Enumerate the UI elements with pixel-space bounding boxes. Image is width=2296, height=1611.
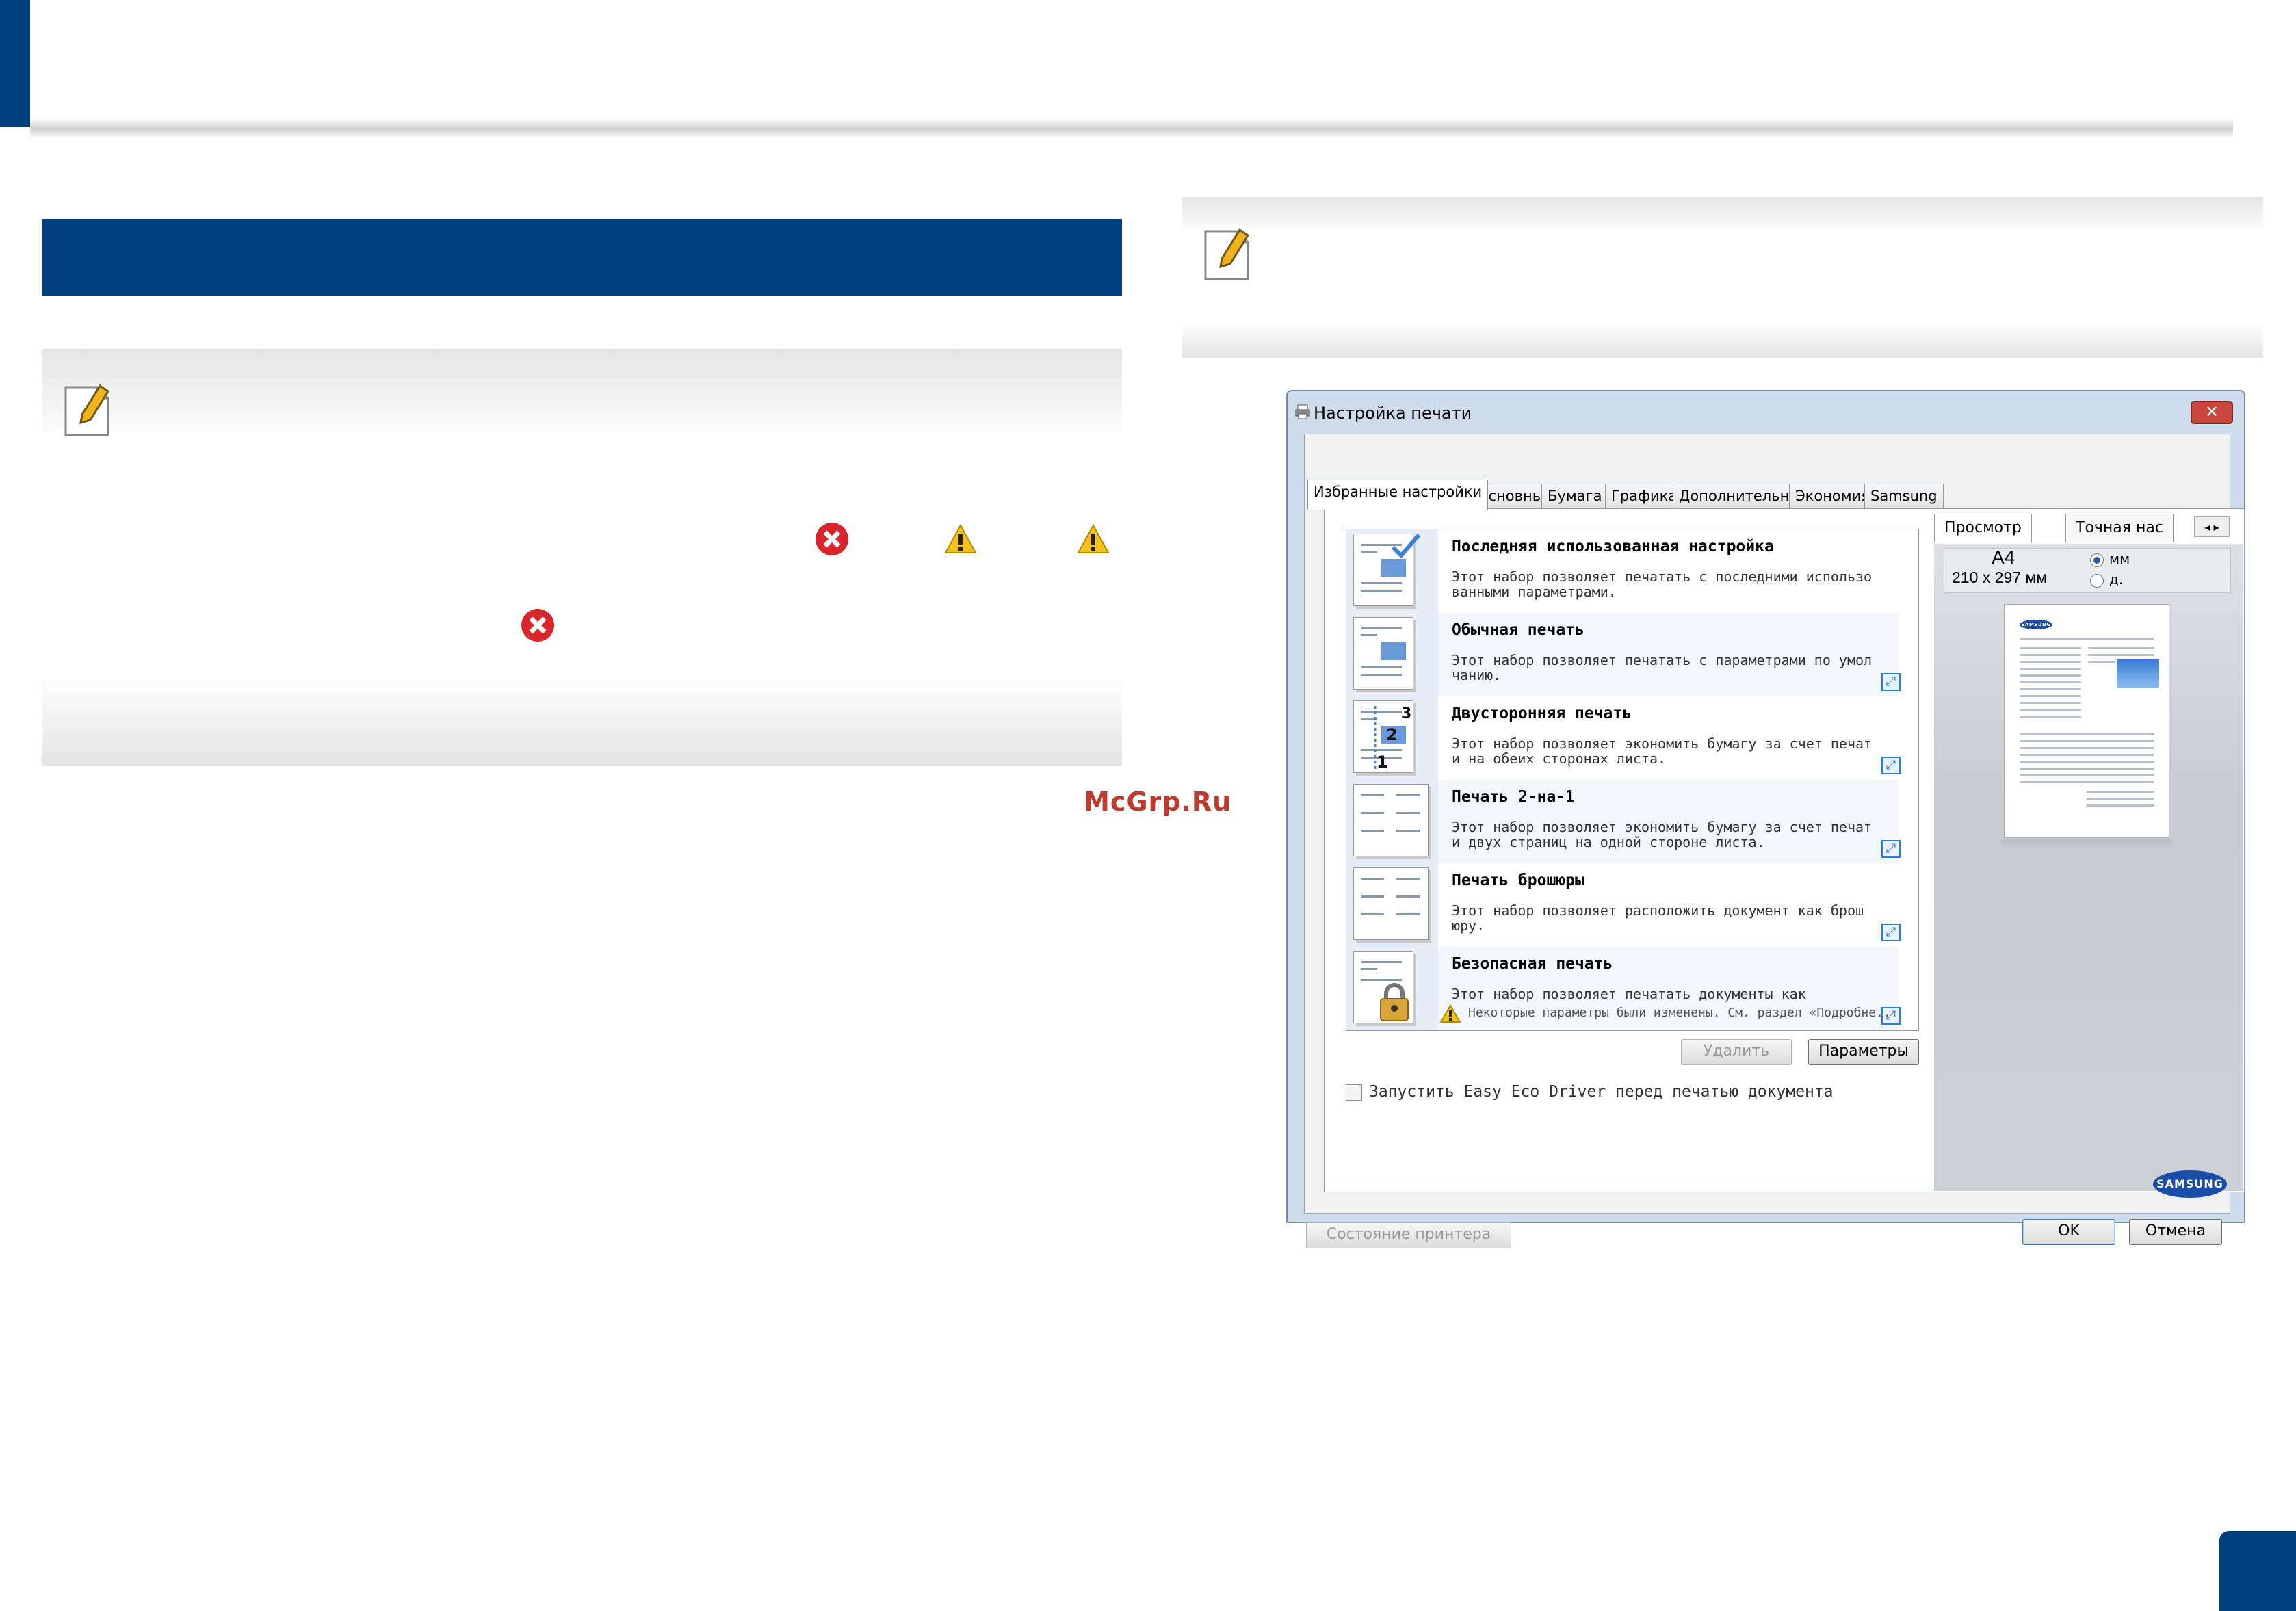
header-divider xyxy=(30,118,2233,138)
tab-paper[interactable]: Бумага xyxy=(1541,484,1608,508)
samsung-logo: SAMSUNG xyxy=(2153,1170,2227,1198)
error-icon xyxy=(816,523,848,555)
paper-size: A4 xyxy=(1992,547,2015,568)
svg-text:2: 2 xyxy=(1386,725,1398,744)
cancel-button[interactable]: Отмена xyxy=(2129,1219,2222,1245)
preset-desc: Этот набор позволяет экономить бумагу за… xyxy=(1452,736,1873,767)
watermark: McGrp.Ru xyxy=(1084,787,1232,817)
preset-name: Безопасная печать xyxy=(1452,955,1613,973)
warning-icon xyxy=(1077,523,1110,553)
lock-icon xyxy=(1380,983,1409,1021)
tab-preview[interactable]: Просмотр xyxy=(1934,514,2032,542)
page-preview: SAMSUNG xyxy=(2004,604,2169,838)
easy-eco-checkbox[interactable] xyxy=(1346,1084,1362,1101)
dialog-body: Избранные настройки Основные Бумага Граф… xyxy=(1304,434,2245,1248)
preset-name: Печать брошюры xyxy=(1452,872,1584,889)
unit-inch-radio[interactable] xyxy=(2090,574,2104,588)
samsung-logo: SAMSUNG xyxy=(2020,620,2052,629)
favorites-list[interactable]: Последняя использованная настройка Этот … xyxy=(1346,529,1919,1031)
preset-name: Двусторонняя печать xyxy=(1452,705,1632,722)
edit-preset-icon[interactable]: ⤢ xyxy=(1881,840,1901,858)
tab-eco[interactable]: Экономия xyxy=(1789,484,1876,508)
edit-preset-icon[interactable]: ⤢ xyxy=(1881,757,1901,774)
tab-precise[interactable]: Точная нас xyxy=(2065,514,2174,542)
list-item[interactable]: Печать 2-на-1 Этот набор позволяет эконо… xyxy=(1346,780,1901,863)
preset-desc: Этот набор позволяет печатать с последни… xyxy=(1452,569,1873,600)
preset-thumbnail xyxy=(1346,863,1438,947)
close-button[interactable]: ✕ xyxy=(2191,401,2233,424)
preset-desc: Этот набор позволяет печатать документы … xyxy=(1452,986,1806,1003)
preset-name: Печать 2-на-1 xyxy=(1452,788,1576,806)
easy-eco-checkbox-label: Запустить Easy Eco Driver перед печатью … xyxy=(1369,1083,1834,1101)
tab-graphics[interactable]: Графика xyxy=(1605,484,1684,508)
duplex-pages-icon: 3 2 1 xyxy=(1374,705,1411,772)
svg-text:3: 3 xyxy=(1401,705,1411,722)
note-pencil-icon xyxy=(64,384,110,436)
print-settings-dialog: Настройка печати ✕ Избранные настройки О… xyxy=(1286,390,2245,1248)
unit-mm-radio[interactable] xyxy=(2090,553,2104,567)
edit-preset-icon[interactable]: ⤢ xyxy=(1881,924,1901,941)
ok-button[interactable]: OK xyxy=(2022,1219,2115,1245)
warning-message: Некоторые параметры были изменены. См. р… xyxy=(1468,1006,1899,1020)
list-item[interactable]: 3 2 1 Двусторонняя печать Этот набор поз… xyxy=(1346,696,1901,780)
dialog-title: Настройка печати xyxy=(1314,404,1472,423)
edit-preset-icon[interactable]: ⤢ xyxy=(1881,673,1901,691)
sky-image xyxy=(2117,659,2159,688)
svg-text:1: 1 xyxy=(1377,752,1388,772)
tab-samsung[interactable]: Samsung xyxy=(1864,484,1944,508)
warning-icon xyxy=(944,523,977,553)
list-item[interactable]: Последняя использованная настройка Этот … xyxy=(1346,529,1898,613)
preset-desc: Этот набор позволяет экономить бумагу за… xyxy=(1452,820,1873,850)
printer-status-button[interactable]: Состояние принтера xyxy=(1306,1222,1511,1248)
tab-advanced[interactable]: Дополнительно xyxy=(1673,484,1805,508)
tab-favorites[interactable]: Избранные настройки xyxy=(1307,480,1489,510)
page-number-badge xyxy=(2219,1531,2296,1611)
preset-name: Обычная печать xyxy=(1452,621,1584,639)
preset-desc: Этот набор позволяет расположить докумен… xyxy=(1452,903,1864,934)
preset-desc: Этот набор позволяет печатать с параметр… xyxy=(1452,653,1873,683)
paper-dimensions: 210 x 297 мм xyxy=(1952,568,2048,586)
delete-button[interactable]: Удалить xyxy=(1681,1039,1792,1065)
preset-thumbnail xyxy=(1346,780,1438,863)
preset-name: Последняя использованная настройка xyxy=(1452,538,1774,555)
header-accent-block xyxy=(0,0,30,127)
unit-inch-label: д. xyxy=(2109,571,2124,588)
params-button[interactable]: Параметры xyxy=(1808,1039,1919,1065)
preset-thumbnail xyxy=(1346,613,1438,696)
list-item[interactable]: Обычная печать Этот набор позволяет печа… xyxy=(1346,613,1901,696)
note-box-left xyxy=(42,349,1122,766)
error-icon xyxy=(521,609,554,642)
page-shadow xyxy=(2001,839,2172,852)
warning-icon xyxy=(1439,1004,1461,1023)
checkmark-icon xyxy=(1391,534,1421,559)
section-title-bar xyxy=(42,219,1122,296)
note-pencil-icon xyxy=(1204,228,1250,280)
printer-icon xyxy=(1295,404,1310,419)
list-item[interactable]: Печать брошюры Этот набор позволяет расп… xyxy=(1346,863,1901,947)
unit-mm-label: мм xyxy=(2109,551,2130,567)
tab-scroll-arrows-icon[interactable]: ◂ ▸ xyxy=(2194,516,2230,537)
manual-page: McGrp.Ru Настройка печати ✕ Избранные на… xyxy=(0,0,2296,1611)
note-box-right xyxy=(1182,197,2263,358)
